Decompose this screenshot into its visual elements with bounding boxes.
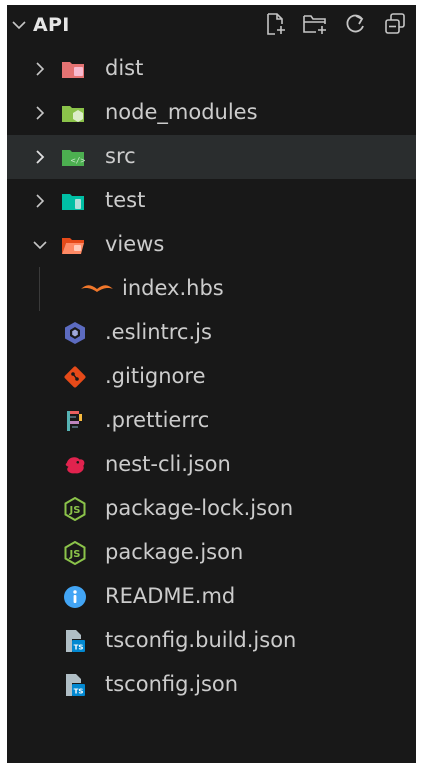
tree-item-label: tsconfig.json	[105, 672, 239, 696]
tree-item-node-modules[interactable]: node_modules	[7, 91, 416, 135]
folder-node-icon	[61, 102, 85, 124]
tree-item-label: dist	[105, 56, 144, 80]
tree-item-tsconfig-build[interactable]: TS tsconfig.build.json	[7, 619, 416, 663]
tree-item-label: nest-cli.json	[105, 452, 231, 476]
tree-item-label: index.hbs	[122, 276, 224, 300]
tree-item-package[interactable]: JS package.json	[7, 531, 416, 575]
file-tree: dist node_modules </> src test views ind…	[7, 47, 416, 707]
tree-item-label: .gitignore	[105, 364, 206, 388]
chevron-down-icon[interactable]	[31, 236, 49, 254]
svg-text:</>: </>	[71, 156, 85, 165]
folder-test-icon	[61, 190, 85, 212]
tree-item-label: .prettierrc	[105, 408, 210, 432]
tree-item-label: src	[105, 144, 136, 168]
tsconfig-icon: TS	[63, 630, 87, 652]
tree-item-index-hbs[interactable]: index.hbs	[7, 267, 416, 311]
refresh-icon[interactable]	[340, 9, 370, 39]
tree-item-views[interactable]: views	[7, 223, 416, 267]
chevron-down-icon[interactable]	[11, 17, 27, 33]
tree-item-package-lock[interactable]: JS package-lock.json	[7, 487, 416, 531]
prettier-icon	[63, 410, 87, 432]
chevron-right-icon[interactable]	[31, 104, 49, 122]
svg-text:TS: TS	[74, 644, 84, 652]
folder-dist-icon	[61, 58, 85, 80]
tree-item-prettierrc[interactable]: .prettierrc	[7, 399, 416, 443]
tree-item-label: views	[105, 232, 165, 256]
tsconfig-icon: TS	[63, 674, 87, 696]
tree-item-label: .eslintrc.js	[105, 320, 212, 344]
tree-item-test[interactable]: test	[7, 179, 416, 223]
new-folder-icon[interactable]	[300, 9, 330, 39]
collapse-all-icon[interactable]	[380, 9, 410, 39]
tree-item-tsconfig[interactable]: TS tsconfig.json	[7, 663, 416, 707]
tree-item-nest-cli[interactable]: nest-cli.json	[7, 443, 416, 487]
indent-guide	[39, 267, 40, 311]
handlebars-icon	[79, 278, 115, 300]
git-icon	[63, 366, 87, 388]
tree-item-label: test	[105, 188, 146, 212]
tree-item-label: README.md	[105, 584, 236, 608]
tree-item-src[interactable]: </> src	[7, 135, 416, 179]
chevron-right-icon[interactable]	[31, 192, 49, 210]
explorer-title: API	[33, 14, 70, 36]
chevron-right-icon[interactable]	[31, 148, 49, 166]
tree-item-label: tsconfig.build.json	[105, 628, 297, 652]
explorer-actions	[260, 9, 410, 39]
tree-item-readme[interactable]: README.md	[7, 575, 416, 619]
nestjs-icon	[63, 454, 87, 476]
explorer-panel: API dist node_modules </> src test views…	[7, 5, 416, 763]
tree-item-label: package-lock.json	[105, 496, 294, 520]
nodejs-icon: JS	[63, 497, 87, 521]
tree-item-eslintrc[interactable]: .eslintrc.js	[7, 311, 416, 355]
tree-item-dist[interactable]: dist	[7, 47, 416, 91]
new-file-icon[interactable]	[260, 9, 290, 39]
svg-text:TS: TS	[74, 688, 84, 696]
chevron-right-icon[interactable]	[31, 60, 49, 78]
info-icon	[63, 586, 87, 608]
explorer-header[interactable]: API	[7, 5, 416, 45]
svg-text:JS: JS	[69, 505, 81, 516]
tree-item-gitignore[interactable]: .gitignore	[7, 355, 416, 399]
svg-text:JS: JS	[69, 549, 81, 560]
folder-src-icon: </>	[61, 146, 85, 168]
tree-item-label: node_modules	[105, 100, 258, 124]
eslint-icon	[63, 322, 87, 344]
folder-views-icon	[61, 234, 85, 256]
nodejs-icon: JS	[63, 541, 87, 565]
tree-item-label: package.json	[105, 540, 244, 564]
